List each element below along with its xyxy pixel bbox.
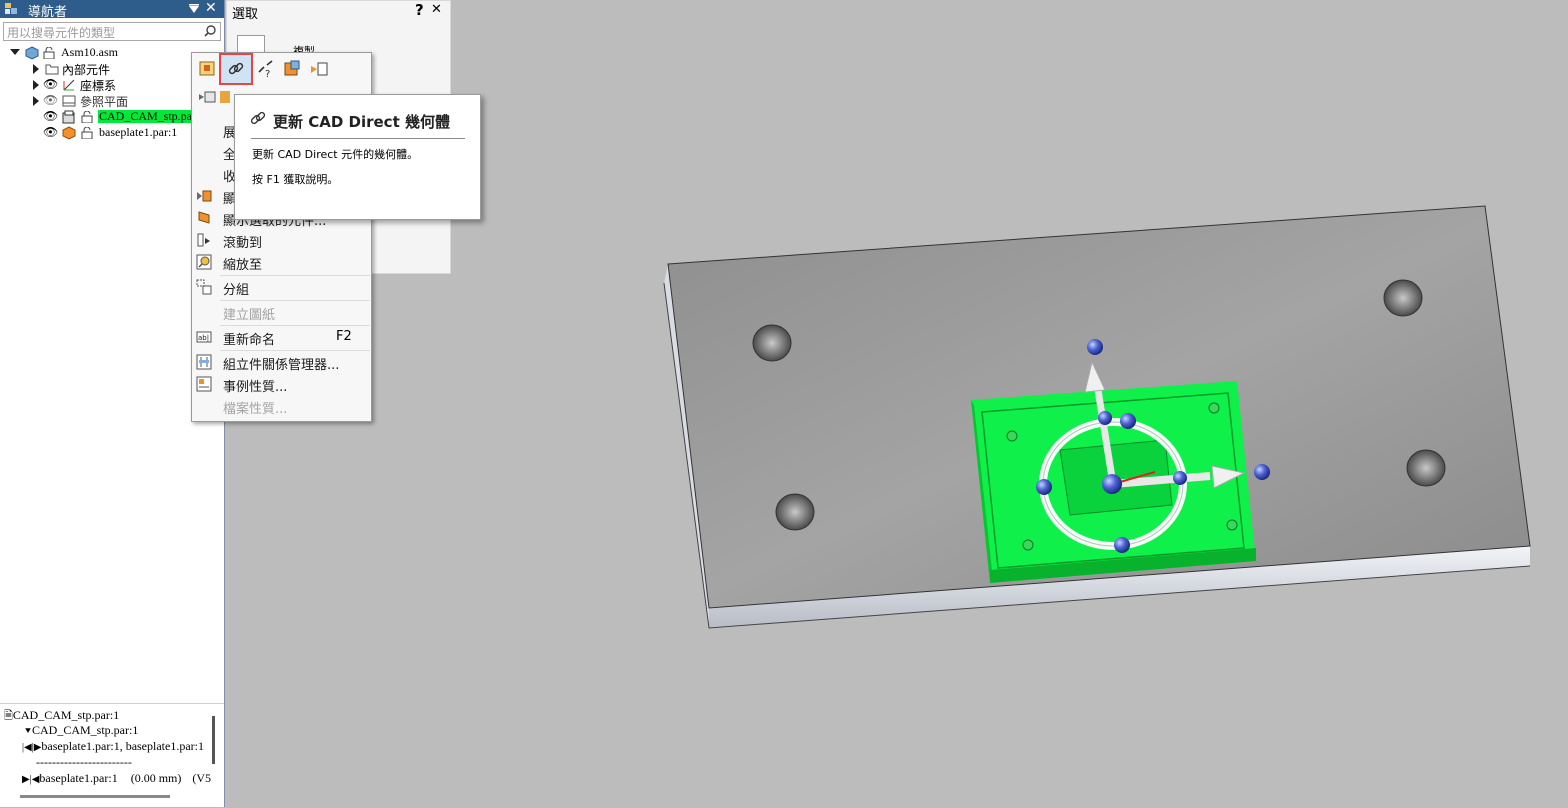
relation-label: baseplate1.par:1 [39, 771, 118, 785]
show-only-icon [199, 91, 216, 103]
tooltip-help-hint: 按 F1 獲取說明。 [252, 173, 339, 186]
cad-direct-part-icon [62, 110, 75, 124]
folder-icon [45, 64, 59, 75]
close-button[interactable]: ✕ [431, 2, 442, 17]
relationships-header-label: CAD_CAM_stp.par:1 [12, 708, 120, 722]
relation-extra: (V5 [192, 771, 212, 785]
mate-icon: ▶|◀ [22, 774, 40, 785]
group-icon [196, 279, 212, 295]
tree-label-asm: Asm10.asm [61, 45, 118, 59]
menu-item-label: 組立件關係管理器... [223, 358, 340, 373]
menu-item-group[interactable]: 分組 [192, 276, 371, 298]
expand-icon[interactable] [33, 96, 39, 106]
update-cad-direct-button[interactable] [219, 53, 253, 85]
lock-icon [43, 47, 55, 59]
search-input[interactable]: 用以搜尋元件的類型 [3, 22, 221, 41]
break-link-icon: ? [258, 60, 273, 80]
menu-item-file-properties: 檔案性質... [192, 395, 371, 417]
navigator-close-icon[interactable]: ✕ [205, 0, 217, 16]
toolbar-btn-1[interactable] [196, 58, 218, 80]
eye-icon[interactable]: 👁 [43, 125, 58, 140]
eye-hidden-icon[interactable]: 👁 [43, 93, 58, 108]
scroll-to-icon [197, 233, 210, 247]
svg-text:ab|: ab| [198, 334, 209, 342]
help-button[interactable]: ? [415, 1, 424, 19]
tree-label-part2: baseplate1.par:1 [99, 125, 178, 139]
navigator-title: 導航者 [28, 5, 68, 20]
toolbar-btn-6[interactable] [196, 86, 218, 108]
search-icon[interactable] [204, 25, 216, 37]
menu-item-shortcut: F2 [336, 329, 352, 344]
eye-icon[interactable]: 👁 [43, 77, 58, 92]
relation-row[interactable]: ⯆CAD_CAM_stp.par:1 [24, 723, 138, 739]
activate-part-icon [311, 62, 328, 76]
zoom-to-icon [196, 254, 212, 270]
menu-item-label: 檔案性質... [223, 402, 288, 417]
select-panel-title: 選取 [232, 7, 259, 22]
eye-icon[interactable]: 👁 [43, 109, 58, 124]
pin-dropdown-icon[interactable] [188, 3, 200, 15]
relation-icon: ⯆ [24, 726, 32, 737]
toolbar-btn-7[interactable] [220, 91, 230, 103]
relation-label: baseplate1.par:1, baseplate1.par:1 [41, 739, 204, 753]
expand-icon[interactable] [33, 64, 39, 74]
tree-label-coord: 座標系 [80, 79, 117, 93]
menu-item-rename[interactable]: ab| 重新命名 F2 [192, 326, 371, 348]
tooltip: 更新 CAD Direct 幾何體 更新 CAD Direct 元件的幾何體。 … [234, 94, 481, 220]
show-selected-icon [198, 211, 210, 224]
display-component-icon [199, 61, 215, 76]
relation-row[interactable]: ▶|◀baseplate1.par:1 (0.00 mm) (V5 [22, 771, 211, 787]
expand-icon[interactable] [33, 80, 39, 90]
tooltip-description: 更新 CAD Direct 元件的幾何體。 [252, 148, 419, 161]
tree-label-part1: CAD_CAM_stp.par:1 [99, 110, 192, 123]
occurrence-properties-icon [196, 376, 212, 392]
tree-label-refplanes: 參照平面 [80, 95, 129, 109]
tree-label-internal: 內部元件 [62, 63, 111, 77]
assembly-icon [25, 46, 39, 60]
relation-label: CAD_CAM_stp.par:1 [32, 723, 139, 737]
coordinate-system-icon [63, 79, 75, 91]
relationship-manager-icon [196, 354, 212, 370]
menu-item-label: 分組 [223, 283, 250, 298]
rename-icon: ab| [196, 331, 212, 343]
menu-item-zoom-to[interactable]: 縮放至 [192, 251, 371, 273]
replace-part-icon [284, 60, 300, 76]
menu-item-label: 事例性質... [223, 380, 288, 395]
search-placeholder: 用以搜尋元件的類型 [7, 26, 116, 40]
menu-item-label: 建立圖紙 [223, 308, 276, 323]
menu-item-label: 縮放至 [223, 258, 263, 273]
link-icon [250, 111, 266, 125]
lock-icon [81, 111, 93, 123]
relationships-pane: 🗎CAD_CAM_stp.par:1 ⯆CAD_CAM_stp.par:1 |◀… [0, 703, 224, 808]
toolbar-btn-3[interactable]: ? [255, 58, 277, 80]
tooltip-title: 更新 CAD Direct 幾何體 [273, 113, 450, 131]
svg-text:?: ? [265, 69, 270, 80]
menu-item-label: 重新命名 [223, 333, 276, 348]
horizontal-scrollbar[interactable] [20, 795, 170, 798]
part-icon: 🗎 [4, 710, 13, 722]
collapse-icon[interactable] [10, 49, 20, 55]
toolbar-btn-4[interactable] [281, 58, 303, 80]
link-icon [228, 62, 244, 75]
mate-icon: |◀|▶ [22, 742, 42, 753]
relationships-header[interactable]: 🗎CAD_CAM_stp.par:1 [4, 707, 119, 723]
toolbar-btn-5[interactable] [308, 58, 330, 80]
menu-item-label: 滾動到 [223, 236, 263, 251]
menu-item-relationship-manager[interactable]: 組立件關係管理器... [192, 351, 371, 373]
relation-separator: ------------------------ [36, 755, 132, 769]
selected-highlight: CAD_CAM_stp.par:1 [98, 110, 192, 123]
vertical-scrollbar[interactable] [212, 716, 215, 764]
lock-icon [81, 127, 93, 139]
navigator-title-bar: 導航者 ✕ [0, 0, 224, 20]
tooltip-divider [251, 138, 465, 139]
menu-item-occurrence-properties[interactable]: 事例性質... [192, 373, 371, 395]
show-icon [197, 190, 212, 202]
navigator-icon [5, 3, 17, 14]
part-icon [62, 126, 76, 140]
relation-row[interactable]: |◀|▶baseplate1.par:1, baseplate1.par:1 [22, 739, 204, 755]
menu-item-create-drawing: 建立圖紙 [192, 301, 371, 323]
menu-item-scroll-to[interactable]: 滾動到 [192, 229, 371, 251]
reference-plane-icon [62, 95, 76, 107]
relation-value: (0.00 mm) [130, 771, 182, 785]
